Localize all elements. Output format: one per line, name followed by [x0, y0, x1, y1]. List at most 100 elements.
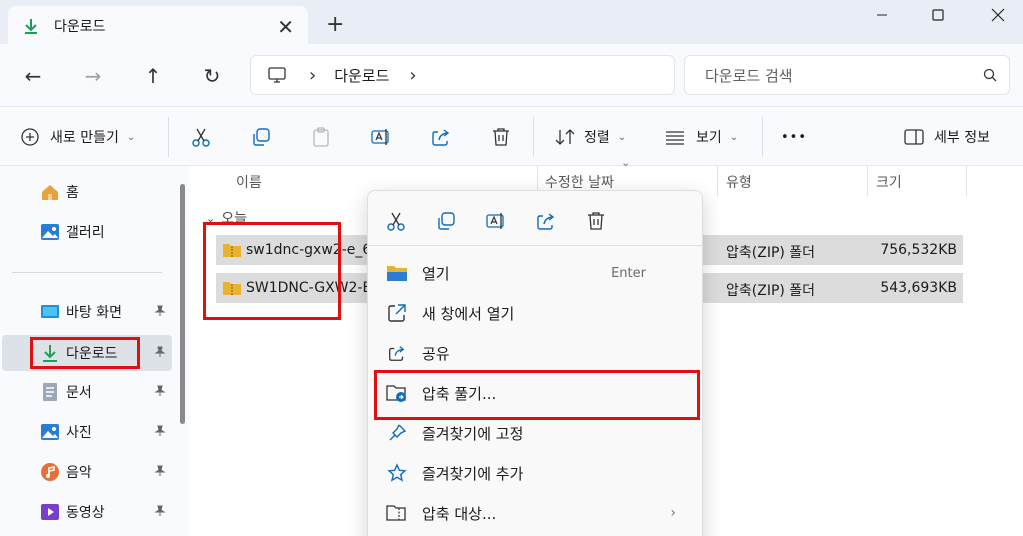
sidebar-item-label: 음악: [66, 465, 92, 481]
share-button[interactable]: [430, 123, 452, 151]
sidebar-item-label: 홈: [66, 185, 79, 201]
cut-button[interactable]: [190, 123, 212, 151]
home-icon: [42, 185, 58, 200]
scissors-icon: [387, 212, 405, 231]
sidebar-item-music[interactable]: 음악: [0, 455, 172, 489]
minimize-button[interactable]: [862, 4, 902, 26]
sidebar-item-desktop[interactable]: 바탕 화면: [0, 295, 172, 329]
pin-icon[interactable]: [154, 385, 166, 400]
sidebar-item-label: 바탕 화면: [66, 305, 122, 321]
trash-icon: [493, 128, 509, 146]
maximize-icon: [932, 9, 944, 21]
cut-button[interactable]: [382, 207, 410, 235]
close-icon: [991, 8, 1005, 22]
share-icon: [537, 213, 555, 230]
menu-item-label: 새 창에서 열기: [422, 304, 515, 323]
details-button[interactable]: 세부 정보: [904, 123, 990, 151]
rename-icon: [486, 213, 504, 229]
sidebar-item-label: 동영상: [66, 505, 105, 521]
maximize-button[interactable]: [918, 4, 958, 26]
column-header-size[interactable]: 크기: [876, 172, 902, 192]
divider: [368, 245, 702, 246]
tab-downloads[interactable]: 다운로드 ✕: [8, 6, 308, 46]
sidebar-item-videos[interactable]: 동영상: [0, 495, 172, 529]
paste-icon: [313, 127, 329, 147]
sidebar-item-documents[interactable]: 문서: [0, 375, 172, 409]
sidebar-scrollbar[interactable]: [180, 184, 185, 424]
view-button[interactable]: 보기 ⌄: [664, 123, 738, 151]
pin-icon[interactable]: [154, 465, 166, 480]
search-input[interactable]: 다운로드 검색: [684, 55, 1010, 95]
command-bar: 새로 만들기 ⌄ 정렬 ⌄ 보기 ⌄ ••• 세부 정보: [0, 106, 1023, 166]
pictures-icon: [41, 424, 59, 440]
sort-button[interactable]: 정렬 ⌄: [554, 123, 626, 151]
menu-item-add-favorites[interactable]: 즐겨찾기에 추가: [376, 455, 696, 491]
close-tab-icon[interactable]: ✕: [277, 15, 294, 39]
sort-label: 정렬: [584, 130, 610, 146]
menu-item-label: 압축 대상...: [422, 504, 497, 523]
plus-circle-icon: [21, 128, 39, 146]
chevron-down-icon: ⌄: [126, 131, 136, 143]
breadcrumb-downloads[interactable]: 다운로드: [334, 65, 389, 86]
column-header-modified[interactable]: 수정한 날짜: [545, 172, 614, 192]
chevron-down-icon: ⌄: [729, 131, 739, 143]
divider: [966, 166, 967, 196]
paste-button[interactable]: [310, 123, 332, 151]
menu-item-open-new-window[interactable]: 새 창에서 열기: [376, 295, 696, 331]
divider: [717, 166, 718, 196]
pin-icon[interactable]: [154, 305, 166, 320]
pin-icon[interactable]: [154, 425, 166, 440]
sidebar-item-gallery[interactable]: 갤러리: [0, 215, 172, 249]
column-header-name[interactable]: 이름: [236, 172, 262, 192]
share-button[interactable]: [532, 207, 560, 235]
menu-item-share[interactable]: 공유: [376, 335, 696, 371]
divider: [867, 166, 868, 196]
file-size: 543,693KB: [880, 280, 957, 296]
column-header-type[interactable]: 유형: [726, 172, 752, 192]
close-window-button[interactable]: [978, 4, 1018, 26]
address-bar[interactable]: › 다운로드 ›: [250, 55, 675, 95]
breadcrumb-separator[interactable]: ›: [309, 65, 316, 86]
divider: [12, 272, 162, 273]
scissors-icon: [192, 128, 210, 147]
menu-item-compress-to[interactable]: 압축 대상... ›: [376, 495, 696, 531]
tab-title: 다운로드: [54, 19, 106, 35]
delete-button[interactable]: [582, 207, 610, 235]
sidebar-item-pictures[interactable]: 사진: [0, 415, 172, 449]
more-options-button[interactable]: •••: [781, 123, 807, 151]
delete-button[interactable]: [490, 123, 512, 151]
menu-item-open[interactable]: 열기 Enter: [376, 255, 696, 291]
rename-icon: [371, 129, 389, 145]
copy-button[interactable]: [250, 123, 272, 151]
details-pane-icon: [904, 129, 924, 145]
new-button[interactable]: 새로 만들기 ⌄: [20, 123, 135, 151]
search-icon: [983, 68, 997, 82]
navigation-bar: ← → ↑ ↻ › 다운로드 › 다운로드 검색: [0, 44, 1023, 106]
folder-open-icon: [386, 262, 408, 284]
videos-icon: [41, 504, 59, 520]
sort-indicator-icon: ⌄: [621, 156, 631, 169]
new-label: 새로 만들기: [50, 130, 119, 146]
pin-icon: [386, 422, 408, 444]
pin-icon[interactable]: [154, 346, 166, 361]
copy-button[interactable]: [432, 207, 460, 235]
documents-icon: [43, 383, 57, 401]
menu-item-pin-quick-access[interactable]: 즐겨찾기에 고정: [376, 415, 696, 451]
rename-button[interactable]: [482, 207, 510, 235]
sidebar-item-home[interactable]: 홈: [0, 175, 172, 209]
up-button[interactable]: ↑: [140, 64, 166, 88]
forward-button[interactable]: →: [80, 64, 106, 88]
new-tab-button[interactable]: +: [326, 12, 344, 37]
trash-icon: [588, 212, 604, 230]
pin-icon[interactable]: [154, 505, 166, 520]
highlight-box: [203, 222, 341, 320]
breadcrumb-separator[interactable]: ›: [409, 65, 416, 86]
refresh-button[interactable]: ↻: [199, 64, 225, 88]
sort-icon: [555, 129, 575, 145]
star-icon: [386, 462, 408, 484]
chevron-right-icon: ›: [670, 505, 676, 521]
rename-button[interactable]: [370, 123, 392, 151]
sidebar-item-label: 갤러리: [66, 225, 105, 241]
pc-icon: [268, 67, 286, 83]
back-button[interactable]: ←: [20, 64, 46, 88]
